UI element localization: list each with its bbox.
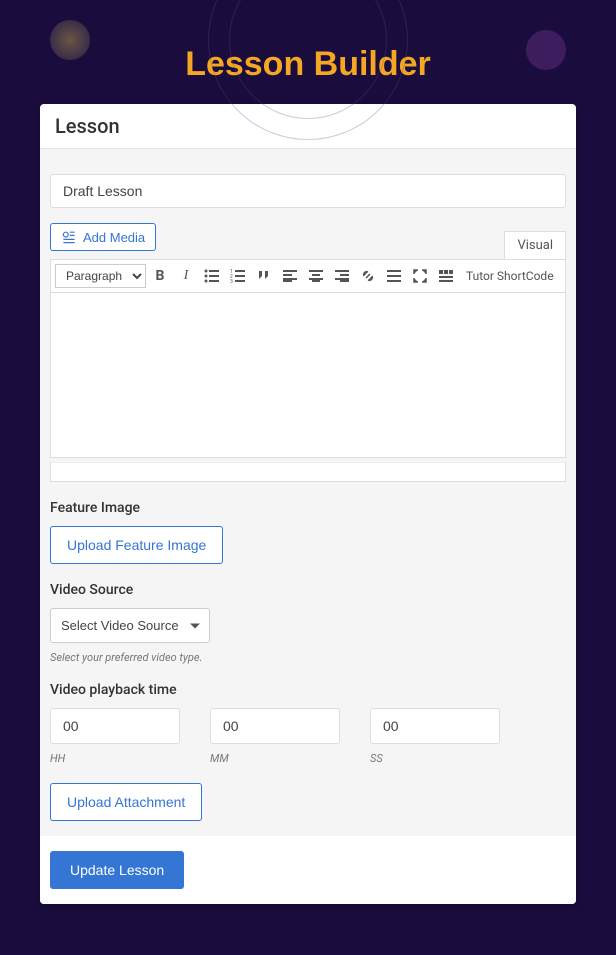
seconds-label: SS <box>370 752 500 765</box>
seconds-input[interactable] <box>370 708 500 744</box>
editor-tabs: Visual <box>504 231 566 259</box>
video-source-label: Video Source <box>50 582 566 598</box>
video-source-helper: Select your preferred video type. <box>50 651 566 664</box>
quote-icon <box>256 268 272 284</box>
video-source-section: Video Source Select Video Source Select … <box>50 582 566 664</box>
attachment-section: Upload Attachment <box>50 783 566 821</box>
align-center-icon <box>308 268 324 284</box>
svg-text:3: 3 <box>230 279 233 284</box>
align-left-button[interactable] <box>278 264 302 288</box>
numbered-list-button[interactable]: 123 <box>226 264 250 288</box>
editor-top-bar: Add Media Visual <box>50 223 566 259</box>
hours-input[interactable] <box>50 708 180 744</box>
align-right-button[interactable] <box>330 264 354 288</box>
align-right-icon <box>334 268 350 284</box>
bullet-list-icon <box>204 268 220 284</box>
align-left-icon <box>282 268 298 284</box>
tutor-shortcode-button[interactable]: Tutor ShortCode <box>460 269 560 283</box>
video-source-select-wrap: Select Video Source <box>50 608 210 643</box>
read-more-icon <box>386 268 402 284</box>
decorative-circle <box>526 30 566 70</box>
editor-status-bar <box>50 462 566 482</box>
format-select[interactable]: Paragraph <box>55 264 146 288</box>
panel-footer: Update Lesson <box>40 836 576 904</box>
minutes-column: MM <box>210 708 340 765</box>
link-button[interactable] <box>356 264 380 288</box>
upload-attachment-button[interactable]: Upload Attachment <box>50 783 202 821</box>
hours-label: HH <box>50 752 180 765</box>
editor-toolbar: Paragraph B I 123 <box>50 259 566 293</box>
italic-button[interactable]: I <box>174 264 198 288</box>
read-more-button[interactable] <box>382 264 406 288</box>
feature-image-label: Feature Image <box>50 500 566 516</box>
bullet-list-button[interactable] <box>200 264 224 288</box>
playback-label: Video playback time <box>50 682 566 698</box>
fullscreen-icon <box>412 268 428 284</box>
decorative-circle <box>50 20 90 60</box>
media-icon <box>61 229 77 245</box>
minutes-label: MM <box>210 752 340 765</box>
feature-image-section: Feature Image Upload Feature Image <box>50 500 566 564</box>
add-media-button[interactable]: Add Media <box>50 223 156 251</box>
video-source-select[interactable]: Select Video Source <box>50 608 210 643</box>
fullscreen-button[interactable] <box>408 264 432 288</box>
link-icon <box>360 268 376 284</box>
upload-feature-image-button[interactable]: Upload Feature Image <box>50 526 223 564</box>
tab-visual[interactable]: Visual <box>504 231 566 259</box>
hours-column: HH <box>50 708 180 765</box>
minutes-input[interactable] <box>210 708 340 744</box>
add-media-label: Add Media <box>83 230 145 245</box>
numbered-list-icon: 123 <box>230 268 246 284</box>
content-editor[interactable] <box>50 293 566 458</box>
panel-body: Add Media Visual Paragraph B I 123 <box>40 149 576 836</box>
align-center-button[interactable] <box>304 264 328 288</box>
update-lesson-button[interactable]: Update Lesson <box>50 851 184 889</box>
toolbar-toggle-button[interactable] <box>434 264 458 288</box>
lesson-panel: Lesson Add Media Visual Paragraph B I <box>40 104 576 904</box>
bold-button[interactable]: B <box>148 264 172 288</box>
playback-section: Video playback time HH MM SS <box>50 682 566 765</box>
toolbar-toggle-icon <box>438 268 454 284</box>
time-inputs-row: HH MM SS <box>50 708 566 765</box>
blockquote-button[interactable] <box>252 264 276 288</box>
editor-wrapper: Add Media Visual Paragraph B I 123 <box>50 223 566 482</box>
seconds-column: SS <box>370 708 500 765</box>
lesson-title-input[interactable] <box>50 174 566 208</box>
